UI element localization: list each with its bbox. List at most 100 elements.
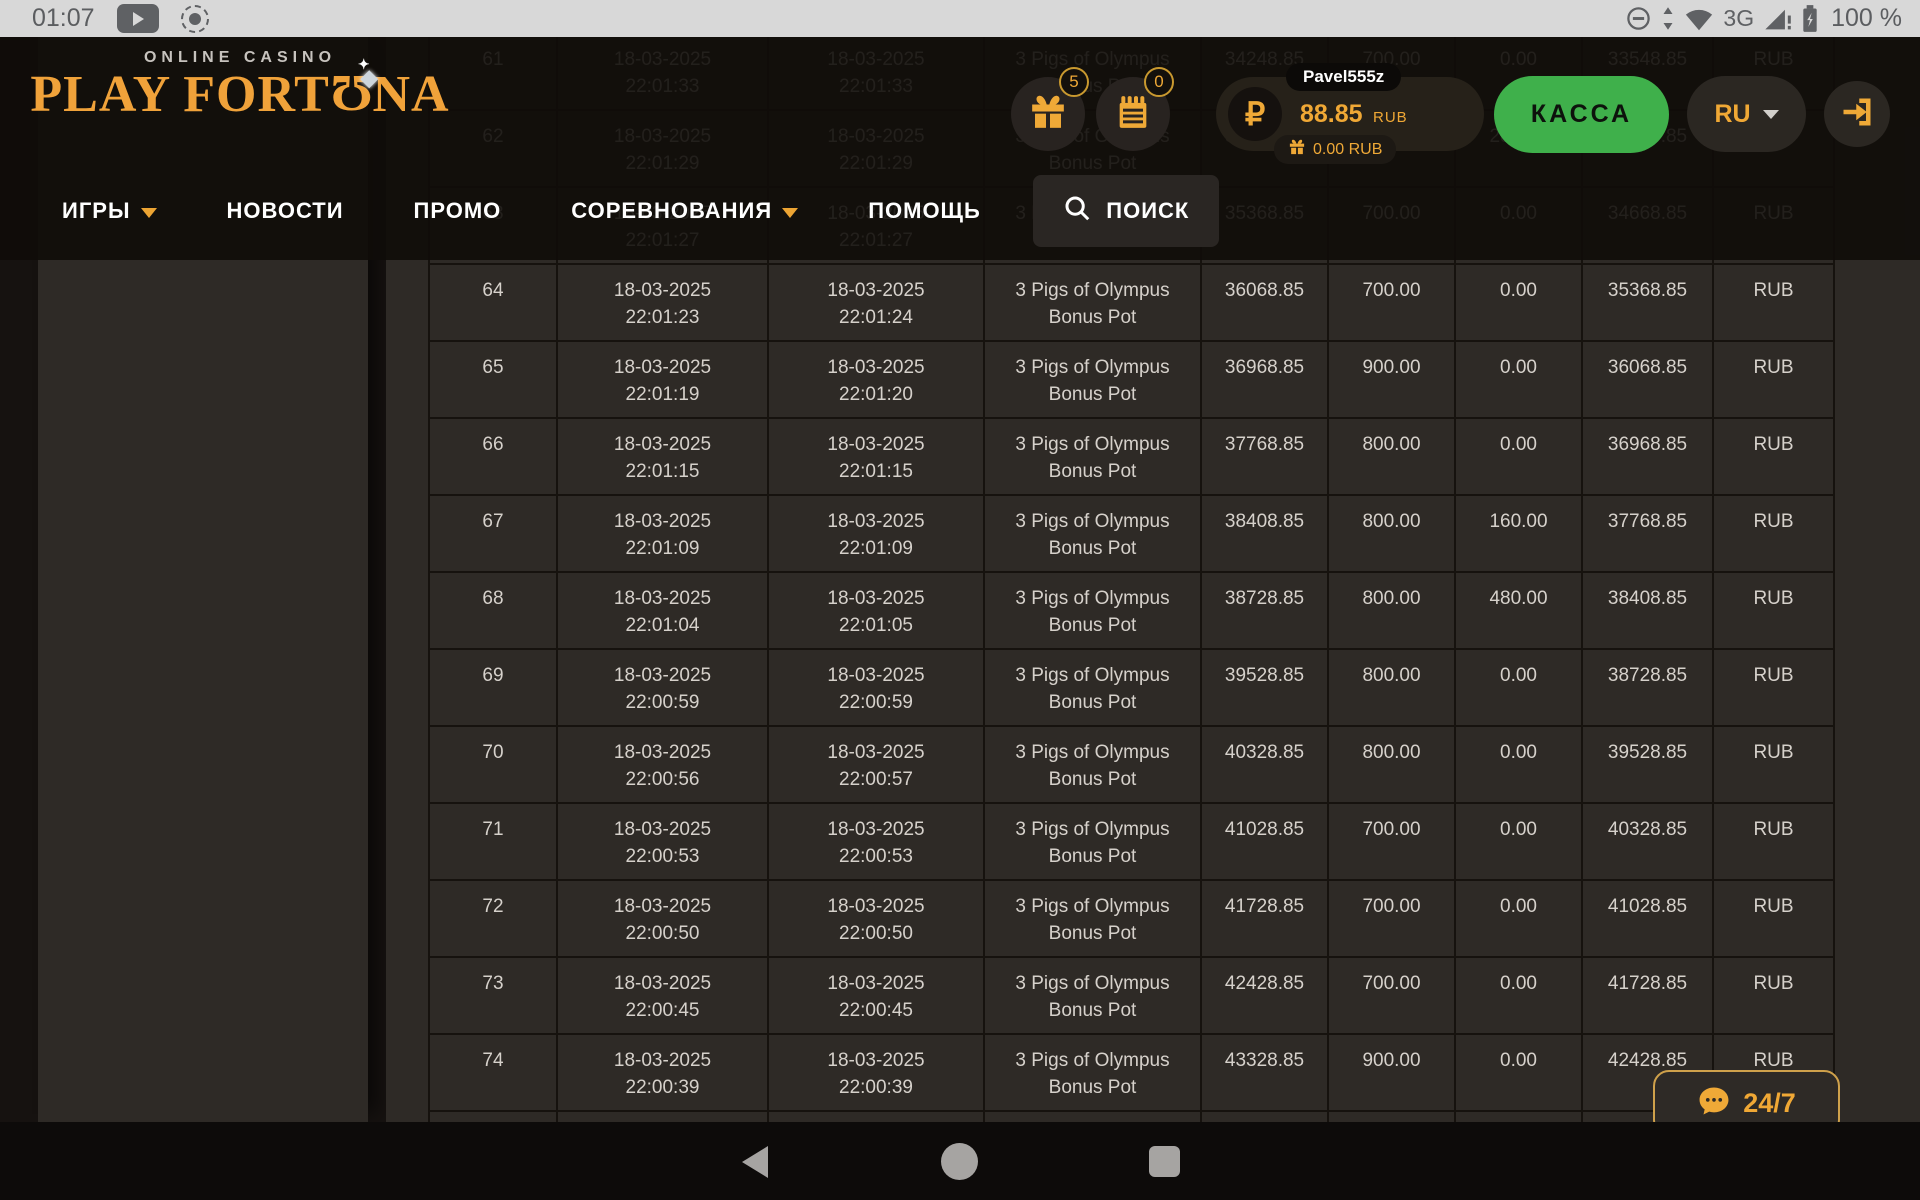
cell-previous-balance: 35368.85 — [1583, 265, 1714, 342]
nav-item-2[interactable]: ПРОМО — [414, 198, 502, 224]
cell-amount: 900.00 — [1329, 1035, 1456, 1112]
logout-button[interactable] — [1824, 81, 1890, 147]
network-type-label: 3G — [1723, 5, 1754, 32]
battery-icon — [1801, 4, 1819, 33]
table-row: 6618-03-202522:01:1518-03-202522:01:153 … — [430, 419, 1835, 496]
table-row: 7418-03-202522:00:3918-03-202522:00:393 … — [430, 1035, 1835, 1112]
chat-bubble-icon — [1697, 1084, 1731, 1123]
chevron-down-icon — [141, 208, 157, 218]
cell-row-number: 70 — [430, 727, 558, 804]
gifts-button[interactable]: 5 — [1011, 77, 1085, 151]
table-row: 6518-03-202522:01:1918-03-202522:01:203 … — [430, 342, 1835, 419]
balance-currency: RUB — [1373, 109, 1408, 126]
bonus-balance-pill[interactable]: 0.00 RUB — [1274, 135, 1396, 164]
cell-row-number: 67 — [430, 496, 558, 573]
search-button[interactable]: ПОИСК — [1033, 175, 1219, 247]
chevron-down-icon — [1763, 110, 1779, 119]
main-nav: ИГРЫ НОВОСТИ ПРОМО СОРЕВНОВАНИЯ ПОМОЩЬ ПОИСК — [62, 175, 1219, 247]
cell-currency: RUB — [1714, 496, 1835, 573]
nav-item-label: ПРОМО — [414, 198, 502, 224]
cell-balance: 39528.85 — [1202, 650, 1329, 727]
search-label: ПОИСК — [1106, 198, 1189, 224]
cell-currency: RUB — [1714, 265, 1835, 342]
table-row: 7018-03-202522:00:5618-03-202522:00:573 … — [430, 727, 1835, 804]
cell-balance: 36068.85 — [1202, 265, 1329, 342]
cell-game-name: 3 Pigs of Olympus Bonus Pot — [985, 342, 1202, 419]
cell-end-datetime: 18-03-202522:01:15 — [769, 419, 985, 496]
cell-game-name: 3 Pigs of Olympus Bonus Pot — [985, 265, 1202, 342]
table-row: 6718-03-202522:01:0918-03-202522:01:093 … — [430, 496, 1835, 573]
nav-item-1[interactable]: НОВОСТИ — [227, 198, 344, 224]
cell-game-name: 3 Pigs of Olympus Bonus Pot — [985, 804, 1202, 881]
nav-item-label: ИГРЫ — [62, 198, 131, 224]
screen: 6118-03-202522:01:3318-03-202522:01:333 … — [0, 0, 1920, 1200]
cell-win: 0.00 — [1456, 265, 1583, 342]
cell-game-name: 3 Pigs of Olympus Bonus Pot — [985, 496, 1202, 573]
table-row: 7318-03-202522:00:4518-03-202522:00:453 … — [430, 958, 1835, 1035]
language-code: RU — [1714, 100, 1750, 129]
cell-signal-icon — [1763, 6, 1793, 32]
cell-previous-balance: 39528.85 — [1583, 727, 1714, 804]
cell-previous-balance: 40328.85 — [1583, 804, 1714, 881]
play-fortuna-logo[interactable]: ONLINE CASINO PLAY FORTΩ◆✦NA — [20, 49, 460, 123]
cell-currency: RUB — [1714, 958, 1835, 1035]
cell-row-number: 64 — [430, 265, 558, 342]
calendar-icon — [1113, 92, 1153, 137]
username-badge: Pavel555z — [1286, 63, 1401, 91]
cell-previous-balance: 38408.85 — [1583, 573, 1714, 650]
cell-end-datetime: 18-03-202522:01:09 — [769, 496, 985, 573]
cell-amount: 700.00 — [1329, 804, 1456, 881]
logout-icon — [1839, 94, 1875, 135]
cell-start-datetime: 18-03-202522:00:39 — [558, 1035, 769, 1112]
cell-balance: 41728.85 — [1202, 881, 1329, 958]
gifts-count-badge: 5 — [1059, 67, 1089, 97]
cell-previous-balance: 36068.85 — [1583, 342, 1714, 419]
cell-start-datetime: 18-03-202522:00:45 — [558, 958, 769, 1035]
back-button[interactable] — [742, 1146, 768, 1178]
calendar-count-badge: 0 — [1144, 67, 1174, 97]
cell-row-number: 72 — [430, 881, 558, 958]
android-status-bar: 01:07 3G — [0, 0, 1920, 37]
nav-item-0[interactable]: ИГРЫ — [62, 198, 157, 224]
cell-win: 0.00 — [1456, 342, 1583, 419]
search-icon — [1062, 193, 1092, 229]
cell-game-name: 3 Pigs of Olympus Bonus Pot — [985, 727, 1202, 804]
cell-balance: 42428.85 — [1202, 958, 1329, 1035]
cell-start-datetime: 18-03-202522:00:50 — [558, 881, 769, 958]
gift-icon — [1028, 92, 1068, 137]
cell-amount: 900.00 — [1329, 342, 1456, 419]
do-not-disturb-icon — [1625, 5, 1652, 32]
calendar-button[interactable]: 0 — [1096, 77, 1170, 151]
table-row: 7218-03-202522:00:5018-03-202522:00:503 … — [430, 881, 1835, 958]
table-row: 6818-03-202522:01:0418-03-202522:01:053 … — [430, 573, 1835, 650]
cell-end-datetime: 18-03-202522:01:20 — [769, 342, 985, 419]
header-actions: 5 — [1011, 75, 1890, 153]
cell-win: 480.00 — [1456, 573, 1583, 650]
ruble-coin-icon: ₽ — [1228, 87, 1282, 141]
cell-currency: RUB — [1714, 573, 1835, 650]
cell-end-datetime: 18-03-202522:00:50 — [769, 881, 985, 958]
nav-item-3[interactable]: СОРЕВНОВАНИЯ — [571, 198, 798, 224]
nav-item-label: СОРЕВНОВАНИЯ — [571, 198, 772, 224]
nav-item-4[interactable]: ПОМОЩЬ — [868, 198, 981, 224]
bonus-gift-icon — [1288, 138, 1306, 161]
cashier-button[interactable]: КАССА — [1494, 76, 1669, 153]
cell-end-datetime: 18-03-202522:00:57 — [769, 727, 985, 804]
balance-widget[interactable]: ₽ 88.85 RUB Pavel555z — [1216, 77, 1484, 151]
cell-start-datetime: 18-03-202522:00:56 — [558, 727, 769, 804]
cell-balance: 40328.85 — [1202, 727, 1329, 804]
home-button[interactable] — [941, 1143, 978, 1180]
cell-game-name: 3 Pigs of Olympus Bonus Pot — [985, 650, 1202, 727]
cell-balance: 41028.85 — [1202, 804, 1329, 881]
cell-end-datetime: 18-03-202522:00:39 — [769, 1035, 985, 1112]
clock: 01:07 — [32, 4, 95, 33]
recents-button[interactable] — [1149, 1146, 1180, 1177]
cell-win: 0.00 — [1456, 727, 1583, 804]
cell-win: 0.00 — [1456, 1035, 1583, 1112]
cell-currency: RUB — [1714, 727, 1835, 804]
cell-start-datetime: 18-03-202522:01:23 — [558, 265, 769, 342]
logo-brand: PLAY FORTΩ◆✦NA — [20, 67, 460, 123]
cell-amount: 700.00 — [1329, 881, 1456, 958]
status-right: 3G 100 % — [1625, 4, 1920, 33]
language-selector[interactable]: RU — [1687, 76, 1806, 152]
